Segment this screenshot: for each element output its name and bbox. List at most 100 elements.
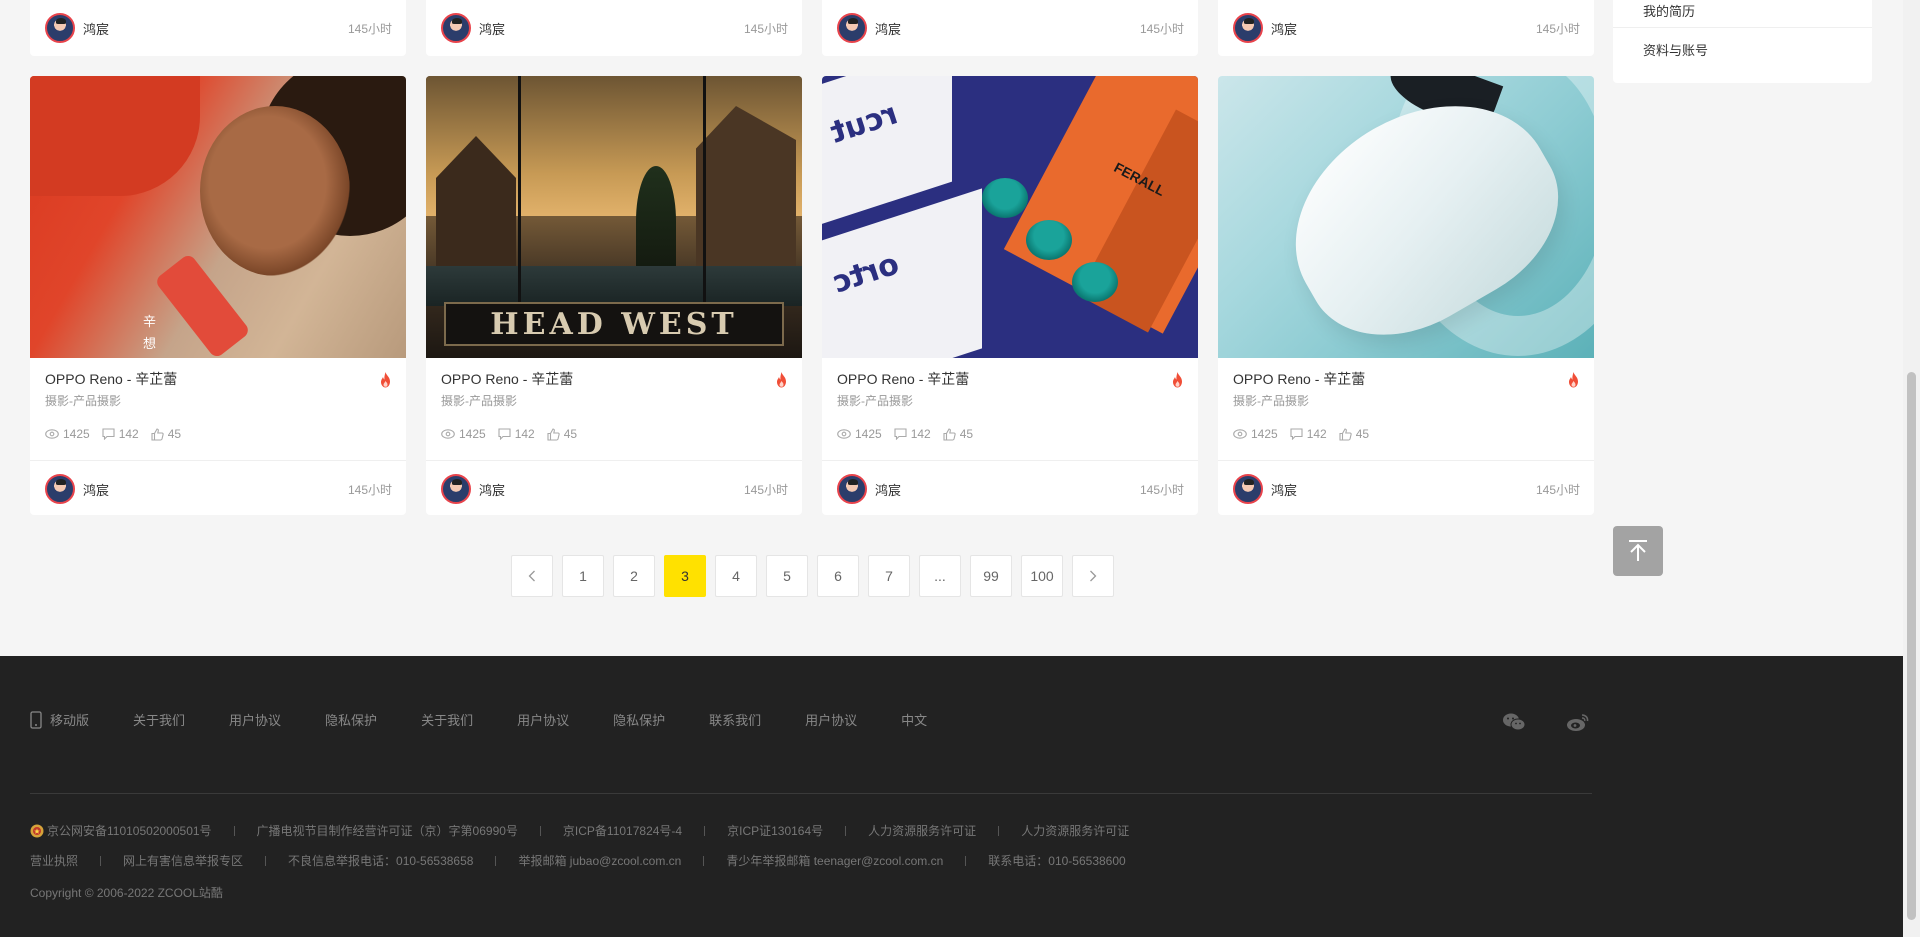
page-button-4[interactable]: 4 [715,555,757,597]
author-name[interactable]: 鸿宸 [1271,480,1297,499]
author-name[interactable]: 鸿宸 [875,19,901,38]
avatar[interactable] [441,474,471,504]
footer-copyright: Copyright © 2006-2022 ZCOOL站酷 [30,886,223,900]
sidebar-item-profile-account[interactable]: 资料与账号 [1613,28,1872,70]
page-button-5[interactable]: 5 [766,555,808,597]
view-count: 1425 [855,427,882,441]
work-card[interactable]: HEAD WEST OPPO Reno - 辛芷蕾 摄影-产品摄影 1425 1… [426,76,802,515]
work-category: 摄影-产品摄影 [441,394,517,408]
work-title[interactable]: OPPO Reno - 辛芷蕾 [837,370,1183,388]
page-button-99[interactable]: 99 [970,555,1012,597]
footer-link-terms[interactable]: 用户协议 [229,710,281,729]
author-name[interactable]: 鸿宸 [479,480,505,499]
work-category: 摄影-产品摄影 [837,394,913,408]
avatar[interactable] [837,13,867,43]
avatar[interactable] [45,474,75,504]
footer-link-privacy-2[interactable]: 隐私保护 [613,710,665,729]
page-button-6[interactable]: 6 [817,555,859,597]
work-title[interactable]: OPPO Reno - 辛芷蕾 [45,370,391,388]
work-thumbnail[interactable]: rcut ortc FERALL [822,76,1198,358]
fire-icon [381,372,390,388]
avatar[interactable] [1233,13,1263,43]
work-category: 摄影-产品摄影 [45,394,121,408]
eye-icon [45,429,59,439]
sidebar-item-resume[interactable]: 我的简历 [1613,0,1872,28]
author-name[interactable]: 鸿宸 [875,480,901,499]
post-time: 145小时 [1139,482,1184,497]
work-thumbnail[interactable]: HEAD WEST [426,76,802,358]
wechat-icon[interactable] [1502,712,1526,737]
page-button-3-active[interactable]: 3 [664,555,706,597]
chevron-right-icon [1090,570,1097,582]
footer-license-icp-cert[interactable]: 京ICP证130164号 [727,822,823,839]
footer-license-hr-1[interactable]: 人力资源服务许可证 [868,822,976,839]
weibo-icon[interactable] [1566,712,1590,737]
footer-link-mobile[interactable]: 移动版 [30,710,89,729]
author-name[interactable]: 鸿宸 [1271,19,1297,38]
author-name[interactable]: 鸿宸 [83,480,109,499]
view-count: 1425 [63,427,90,441]
prev-card-footer-2[interactable]: 鸿宸 145小时 [426,0,802,56]
footer-link-terms-2[interactable]: 用户协议 [517,710,569,729]
comment-icon [498,428,511,440]
footer-license-broadcast[interactable]: 广播电视节目制作经营许可证（京）字第06990号 [257,822,518,839]
thumbs-up-icon [943,427,956,441]
avatar[interactable] [1233,474,1263,504]
avatar[interactable] [441,13,471,43]
avatar[interactable] [837,474,867,504]
phone-icon [30,710,42,729]
site-footer: 移动版 关于我们 用户协议 隐私保护 关于我们 用户协议 隐私保护 联系我们 用… [0,656,1903,937]
work-card[interactable]: OPPO Reno - 辛芷蕾 摄影-产品摄影 1425 142 45 鸿宸 1… [1218,76,1594,515]
prev-card-footer-1[interactable]: 鸿宸 145小时 [30,0,406,56]
work-thumbnail[interactable] [1218,76,1594,358]
footer-license-icp-record[interactable]: 京ICP备11017824号-4 [563,822,682,839]
footer-license-police[interactable]: 京公网安备11010502000501号 [30,822,212,839]
footer-license-hr-2[interactable]: 人力资源服务许可证 [1021,822,1129,839]
footer-link-contact[interactable]: 联系我们 [709,710,761,729]
view-count: 1425 [459,427,486,441]
page-ellipsis[interactable]: ... [919,555,961,597]
post-time: 145小时 [347,21,392,36]
work-thumbnail[interactable]: 辛 想 [30,76,406,358]
next-page-button[interactable] [1072,555,1114,597]
footer-business-license[interactable]: 营业执照 [30,852,78,869]
police-badge-icon [30,824,44,837]
footer-report-email[interactable]: 举报邮箱 jubao@zcool.com.cn [518,852,681,869]
footer-teen-report-email[interactable]: 青少年举报邮箱 teenager@zcool.com.cn [726,852,943,869]
avatar[interactable] [45,13,75,43]
footer-link-about-2[interactable]: 关于我们 [421,710,473,729]
work-card[interactable]: rcut ortc FERALL OPPO Reno - 辛芷蕾 摄影-产品摄影… [822,76,1198,515]
footer-license-row-1: 京公网安备11010502000501号 广播电视节目制作经营许可证（京）字第0… [30,822,1129,839]
scrollbar-thumb[interactable] [1907,372,1916,920]
prev-card-footer-3[interactable]: 鸿宸 145小时 [822,0,1198,56]
page-button-1[interactable]: 1 [562,555,604,597]
comment-count: 142 [118,427,139,441]
work-title[interactable]: OPPO Reno - 辛芷蕾 [1233,370,1579,388]
page-button-2[interactable]: 2 [613,555,655,597]
comment-count: 142 [1306,427,1327,441]
work-card[interactable]: 辛 想 OPPO Reno - 辛芷蕾 摄影-产品摄影 1425 142 45 … [30,76,406,515]
like-count: 45 [563,427,578,441]
footer-link-language[interactable]: 中文 [901,710,927,729]
work-title[interactable]: OPPO Reno - 辛芷蕾 [441,370,787,388]
page-scrollbar[interactable] [1903,0,1920,937]
page-button-7[interactable]: 7 [868,555,910,597]
prev-page-button[interactable] [511,555,553,597]
fire-icon [1173,372,1182,388]
sidebar-menu: 我的简历 资料与账号 [1613,0,1872,83]
footer-link-about[interactable]: 关于我们 [133,710,185,729]
author-name[interactable]: 鸿宸 [83,19,109,38]
thumbs-up-icon [1339,427,1352,441]
page-button-100[interactable]: 100 [1021,555,1063,597]
like-count: 45 [959,427,974,441]
comment-count: 142 [910,427,931,441]
footer-links: 移动版 关于我们 用户协议 隐私保护 关于我们 用户协议 隐私保护 联系我们 用… [30,710,971,729]
footer-link-terms-3[interactable]: 用户协议 [805,710,857,729]
prev-card-footer-4[interactable]: 鸿宸 145小时 [1218,0,1594,56]
post-time: 145小时 [743,21,788,36]
author-name[interactable]: 鸿宸 [479,19,505,38]
main-content: 鸿宸 145小时 鸿宸 145小时 鸿宸 145小时 鸿宸 145小时 辛 想 … [0,0,1903,937]
footer-harmful-info-report[interactable]: 网上有害信息举报专区 [123,852,243,869]
footer-link-privacy[interactable]: 隐私保护 [325,710,377,729]
back-to-top-button[interactable] [1613,526,1663,576]
